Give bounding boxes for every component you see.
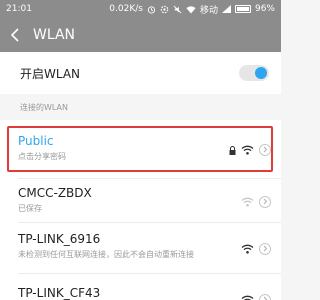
network-name: TP-LINK_6916 [18,232,101,246]
network-list: Public 点击分享密码 CMCC-ZBDX 已保存 TP-LINK_6916… [0,120,281,300]
page-title: WLAN [33,27,76,43]
network-item-tp-link-6916[interactable]: TP-LINK_6916 未检测到任何互联网连接，因此不会自动重新连接 [0,223,281,273]
gear-icon [160,5,169,14]
battery-icon [234,5,251,13]
network-speed: 0.02K/s [109,4,143,14]
carrier-label: 移动 [199,5,218,16]
network-actions [241,290,271,300]
mute-icon [173,5,182,14]
details-chevron-icon[interactable] [259,242,271,255]
network-actions [241,192,271,211]
wifi-signal-icon [241,290,254,300]
network-item-cmcc-zbdx[interactable]: CMCC-ZBDX 已保存 [0,179,281,222]
details-chevron-icon[interactable] [259,143,271,156]
lock-icon [229,140,236,159]
battery-percent: 96% [254,4,275,14]
back-chevron-icon[interactable] [10,28,24,42]
network-subtitle: 已保存 [18,204,42,213]
wifi-signal-icon [241,192,254,211]
signal-icon [221,5,231,13]
wifi-status-icon [186,5,196,14]
status-time: 21:01 [6,4,32,14]
status-icons: 0.02K/s 移动 96% [109,3,275,16]
details-chevron-icon[interactable] [259,195,271,208]
network-item-public[interactable]: Public 点击分享密码 [0,120,281,178]
alarm-icon [147,5,156,14]
network-subtitle: 点击分享密码 [18,152,66,161]
status-bar: 21:01 0.02K/s 移动 96% [0,0,281,18]
network-name: Public [18,134,54,148]
wlan-toggle-row[interactable]: 开启WLAN [0,52,281,94]
section-header-connected: 连接的WLAN [0,94,281,120]
title-bar: WLAN [0,18,281,52]
network-subtitle: 未检测到任何互联网连接，因此不会自动重新连接 [18,250,194,259]
wifi-signal-icon [241,239,254,258]
wlan-toggle-switch[interactable] [239,65,269,81]
toggle-knob [255,67,267,79]
wifi-signal-icon [241,140,254,159]
network-actions [241,239,271,258]
network-name: TP-LINK_CF43 [18,286,101,300]
network-name: CMCC-ZBDX [18,186,92,200]
wlan-toggle-label: 开启WLAN [20,66,81,81]
network-item-tp-link-cf43[interactable]: TP-LINK_CF43 [0,274,281,300]
network-actions [229,140,271,159]
battery-level [236,7,249,11]
details-chevron-icon[interactable] [259,293,271,300]
